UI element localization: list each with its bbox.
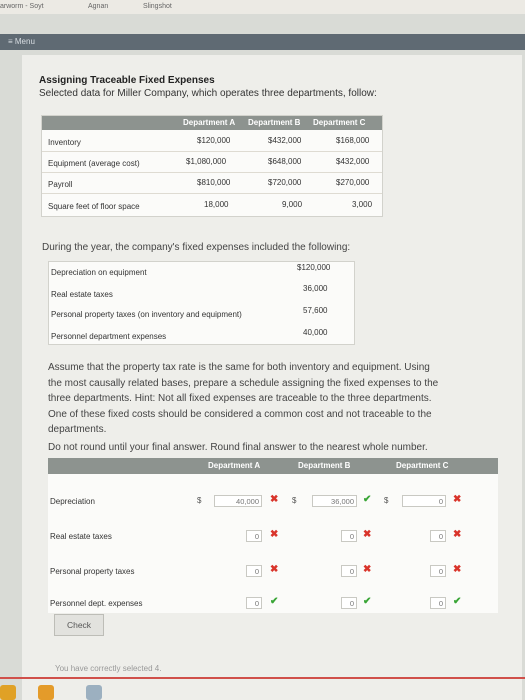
answer-row-label: Personal property taxes: [50, 567, 135, 576]
cell-value: $120,000: [197, 136, 231, 145]
cell-value: 9,000: [282, 200, 303, 209]
cell-value: $648,000: [268, 157, 302, 166]
cell-value: $270,000: [336, 178, 370, 187]
menu-button[interactable]: ≡ Menu: [8, 37, 35, 46]
status-message: You have correctly selected 4.: [55, 664, 162, 673]
answer-table: Department A Department B Department C D…: [48, 458, 498, 613]
row-divider: [42, 193, 382, 194]
taskbar-divider: [0, 677, 525, 679]
taskbar-app-icon[interactable]: [0, 685, 16, 700]
dept-b-real-estate-input[interactable]: 0: [341, 530, 357, 542]
rounding-note: Do not round until your final answer. Ro…: [48, 442, 428, 453]
correct-icon: ✔: [453, 596, 462, 607]
col-dept-c: Department C: [313, 118, 366, 127]
col-dept-a: Department A: [183, 118, 236, 127]
cell-value: $1,080,000: [186, 157, 227, 166]
dept-c-depreciation-input[interactable]: 0: [402, 495, 446, 507]
fixed-expenses-table: Depreciation on equipment $120,000 Real …: [48, 261, 355, 345]
incorrect-icon: ✖: [270, 529, 279, 540]
row-divider: [42, 151, 382, 152]
cell-value: $432,000: [336, 157, 370, 166]
browser-bookmarks-bar: arworm - Soyt Agnan Slingshot: [0, 0, 525, 14]
col-dept-b: Department B: [298, 461, 351, 470]
correct-icon: ✔: [363, 596, 372, 607]
dept-b-property-tax-input[interactable]: 0: [341, 565, 357, 577]
instructions-text: Assume that the property tax rate is the…: [48, 360, 503, 438]
expense-value: $120,000: [297, 263, 331, 272]
fixed-expenses-intro: During the year, the company's fixed exp…: [42, 242, 351, 253]
cell-value: $810,000: [197, 178, 231, 187]
dept-c-real-estate-input[interactable]: 0: [430, 530, 446, 542]
expense-label: Depreciation on equipment: [51, 268, 147, 277]
correct-icon: ✔: [270, 596, 279, 607]
bookmark-2[interactable]: Agnan: [88, 3, 108, 10]
dollar-sign: $: [197, 496, 202, 505]
table-header: Department A Department B Department C: [42, 116, 382, 130]
expense-value: 36,000: [303, 284, 328, 293]
answer-row-label: Personnel dept. expenses: [50, 599, 143, 608]
expense-value: 57,600: [303, 306, 328, 315]
correct-icon: ✔: [363, 494, 372, 505]
incorrect-icon: ✖: [453, 564, 462, 575]
dollar-sign: $: [384, 496, 389, 505]
incorrect-icon: ✖: [363, 529, 372, 540]
taskbar-app-icon[interactable]: [86, 685, 102, 700]
answer-row-label: Real estate taxes: [50, 532, 112, 541]
cell-value: $432,000: [268, 136, 302, 145]
row-label: Square feet of floor space: [48, 202, 140, 211]
incorrect-icon: ✖: [453, 529, 462, 540]
instruction-line: Assume that the property tax rate is the…: [48, 362, 430, 373]
dept-c-personnel-input[interactable]: 0: [430, 597, 446, 609]
expense-label: Personnel department expenses: [51, 332, 167, 341]
cell-value: 18,000: [204, 200, 229, 209]
col-dept-a: Department A: [208, 461, 261, 470]
dollar-sign: $: [292, 496, 297, 505]
dept-c-property-tax-input[interactable]: 0: [430, 565, 446, 577]
col-dept-c: Department C: [396, 461, 449, 470]
incorrect-icon: ✖: [270, 564, 279, 575]
dept-a-personnel-input[interactable]: 0: [246, 597, 262, 609]
menu-bar: ≡ Menu: [0, 34, 525, 50]
row-label: Inventory: [48, 138, 81, 147]
instruction-line: three departments. Hint: Not all fixed e…: [48, 393, 432, 404]
expense-label: Real estate taxes: [51, 290, 113, 299]
incorrect-icon: ✖: [363, 564, 372, 575]
question-subtitle: Selected data for Miller Company, which …: [39, 88, 377, 99]
department-data-table: Department A Department B Department C I…: [41, 115, 383, 217]
dept-b-depreciation-input[interactable]: 36,000: [312, 495, 357, 507]
cell-value: $720,000: [268, 178, 302, 187]
answer-row-label: Depreciation: [50, 497, 95, 506]
dept-b-personnel-input[interactable]: 0: [341, 597, 357, 609]
question-title: Assigning Traceable Fixed Expenses: [39, 75, 215, 86]
col-dept-b: Department B: [248, 118, 301, 127]
bookmark-1[interactable]: arworm - Soyt: [0, 3, 44, 10]
instruction-line: departments.: [48, 424, 107, 435]
cell-value: $168,000: [336, 136, 370, 145]
incorrect-icon: ✖: [270, 494, 279, 505]
expense-label: Personal property taxes (on inventory an…: [51, 310, 242, 319]
dept-a-real-estate-input[interactable]: 0: [246, 530, 262, 542]
instruction-line: the most causally related bases, prepare…: [48, 377, 439, 389]
cell-value: 3,000: [352, 200, 373, 209]
dept-a-property-tax-input[interactable]: 0: [246, 565, 262, 577]
row-divider: [42, 172, 382, 173]
incorrect-icon: ✖: [453, 494, 462, 505]
check-button[interactable]: Check: [54, 614, 104, 636]
bookmark-3[interactable]: Slingshot: [143, 3, 172, 10]
row-label: Payroll: [48, 180, 73, 189]
row-label: Equipment (average cost): [48, 159, 140, 168]
taskbar-app-icon[interactable]: [38, 685, 54, 700]
dept-a-depreciation-input[interactable]: 40,000: [214, 495, 262, 507]
question-page: Assigning Traceable Fixed Expenses Selec…: [22, 55, 522, 700]
instruction-line: One of these fixed costs should be consi…: [48, 408, 432, 420]
expense-value: 40,000: [303, 328, 328, 337]
answer-table-header: Department A Department B Department C: [48, 458, 498, 474]
